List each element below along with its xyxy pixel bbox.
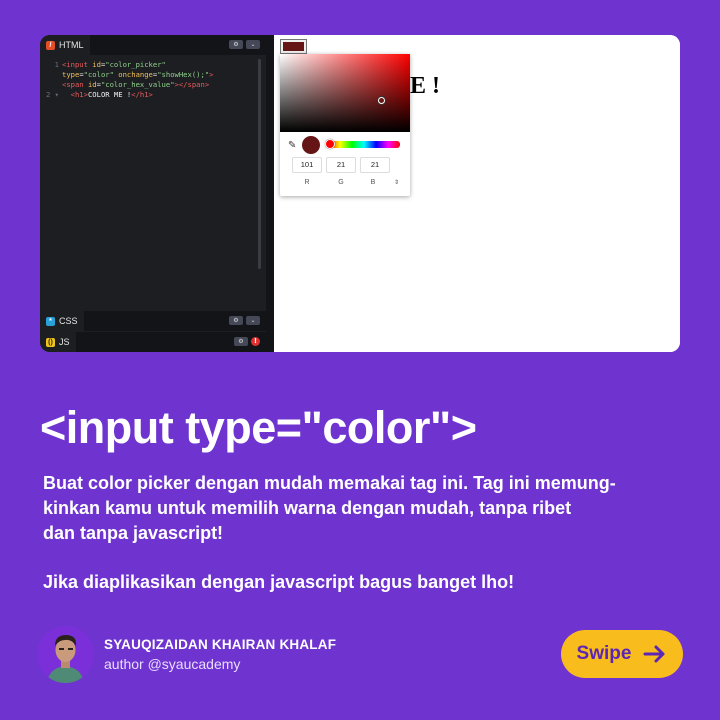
- line-number: [40, 70, 62, 80]
- html-panel-header: / HTML ⚙ ⌄: [40, 35, 266, 55]
- selected-color-dot: [302, 136, 320, 154]
- headline: <input type="color">: [40, 402, 477, 453]
- code-token: "color_hex_value": [100, 80, 175, 89]
- css-panel-header: * CSS ⚙ ⌄: [40, 311, 266, 331]
- code-token: "color_picker": [105, 60, 166, 69]
- settings-icon[interactable]: ⚙: [234, 337, 248, 346]
- tab-js-label: JS: [59, 337, 70, 347]
- blue-label: B: [370, 179, 376, 186]
- hue-slider[interactable]: [328, 141, 400, 148]
- arrow-right-icon: [643, 645, 665, 663]
- author-name: SYAUQIZAIDAN KHAIRAN KHALAF: [104, 637, 337, 652]
- red-field[interactable]: 101: [292, 157, 322, 173]
- swipe-button[interactable]: Swipe: [561, 630, 683, 678]
- code-token: <span: [62, 80, 88, 89]
- code-scrollbar[interactable]: [258, 59, 261, 269]
- panel-splitter[interactable]: [266, 35, 274, 352]
- saturation-handle[interactable]: [378, 97, 385, 104]
- color-input[interactable]: [280, 39, 307, 54]
- code-token: type: [62, 70, 80, 79]
- eyedropper-icon[interactable]: ✎: [288, 140, 296, 151]
- code-token: <input: [62, 60, 93, 69]
- red-label: R: [304, 179, 310, 186]
- tab-html[interactable]: / HTML: [40, 35, 90, 55]
- code-token: >: [209, 70, 214, 79]
- css-icon: *: [46, 316, 55, 326]
- code-token: <h1>: [70, 90, 88, 99]
- tab-css-label: CSS: [59, 316, 78, 326]
- mode-toggle-icon[interactable]: ⇕: [394, 179, 399, 186]
- code-line: 1 <input id="color_picker": [40, 60, 260, 70]
- description: Buat color picker dengan mudah memakai t…: [43, 471, 683, 546]
- color-swatch: [283, 42, 304, 51]
- code-token: "showHex();": [157, 70, 210, 79]
- html-code-area[interactable]: 1 <input id="color_picker" type="color" on…: [40, 55, 260, 309]
- swipe-label: Swipe: [576, 643, 632, 664]
- code-token: </h1>: [131, 90, 153, 99]
- code-line: <span id="color_hex_value"></span>: [40, 80, 260, 90]
- code-editor: / HTML ⚙ ⌄ 1 <input id="color_picker" type…: [40, 35, 266, 352]
- chevron-down-icon[interactable]: ⌄: [246, 40, 260, 49]
- tab-html-label: HTML: [59, 40, 84, 50]
- code-text: type="color" onchange="showHex();">: [62, 70, 213, 80]
- chevron-down-icon[interactable]: ⌄: [246, 316, 260, 325]
- blue-field[interactable]: 21: [360, 157, 390, 173]
- code-token: onchange: [118, 70, 153, 79]
- html-icon: /: [46, 40, 55, 50]
- line-number: [40, 80, 62, 90]
- code-token: "color": [83, 70, 119, 79]
- code-token: ></span>: [174, 80, 210, 89]
- js-panel-header: () JS ⚙ !: [40, 332, 266, 352]
- description-line: Buat color picker dengan mudah memakai t…: [43, 473, 616, 493]
- line-number: 2 ▾: [46, 90, 59, 99]
- code-text: <h1>COLOR ME !</h1>: [62, 90, 153, 100]
- code-token: id: [87, 80, 97, 89]
- saturation-area[interactable]: [280, 54, 410, 132]
- code-text: <span id="color_hex_value"></span>: [62, 80, 209, 90]
- preview-heading: E !: [410, 73, 440, 99]
- line-number: 1: [54, 60, 59, 69]
- code-token: COLOR ME !: [87, 90, 132, 99]
- description-line: kinkan kamu untuk memilih warna dengan m…: [43, 498, 572, 518]
- author-handle: author @syaucademy: [104, 656, 241, 672]
- settings-icon[interactable]: ⚙: [229, 40, 243, 49]
- green-label: G: [338, 179, 344, 186]
- code-text: <input id="color_picker": [62, 60, 166, 70]
- description-2: Jika diaplikasikan dengan javascript bag…: [43, 572, 515, 592]
- avatar-photo: [37, 626, 94, 683]
- code-line: 2 ▾ <h1>COLOR ME !</h1>: [40, 90, 260, 100]
- settings-icon[interactable]: ⚙: [229, 316, 243, 325]
- screenshot-card: / HTML ⚙ ⌄ 1 <input id="color_picker" type…: [40, 35, 680, 352]
- code-line: type="color" onchange="showHex();">: [40, 70, 260, 80]
- js-icon: (): [46, 337, 55, 347]
- tab-js[interactable]: () JS: [40, 332, 76, 352]
- green-field[interactable]: 21: [326, 157, 356, 173]
- avatar: [37, 626, 94, 683]
- code-token: id: [92, 60, 101, 69]
- color-picker-popup: ✎ 101 21 21 R G B ⇕: [280, 54, 410, 196]
- error-icon: !: [251, 337, 260, 346]
- tab-css[interactable]: * CSS: [40, 311, 84, 331]
- hue-handle[interactable]: [325, 139, 335, 149]
- result-preview: E ! ✎ 101 21 21 R G B ⇕: [274, 35, 680, 352]
- description-line: dan tanpa javascript!: [43, 523, 224, 543]
